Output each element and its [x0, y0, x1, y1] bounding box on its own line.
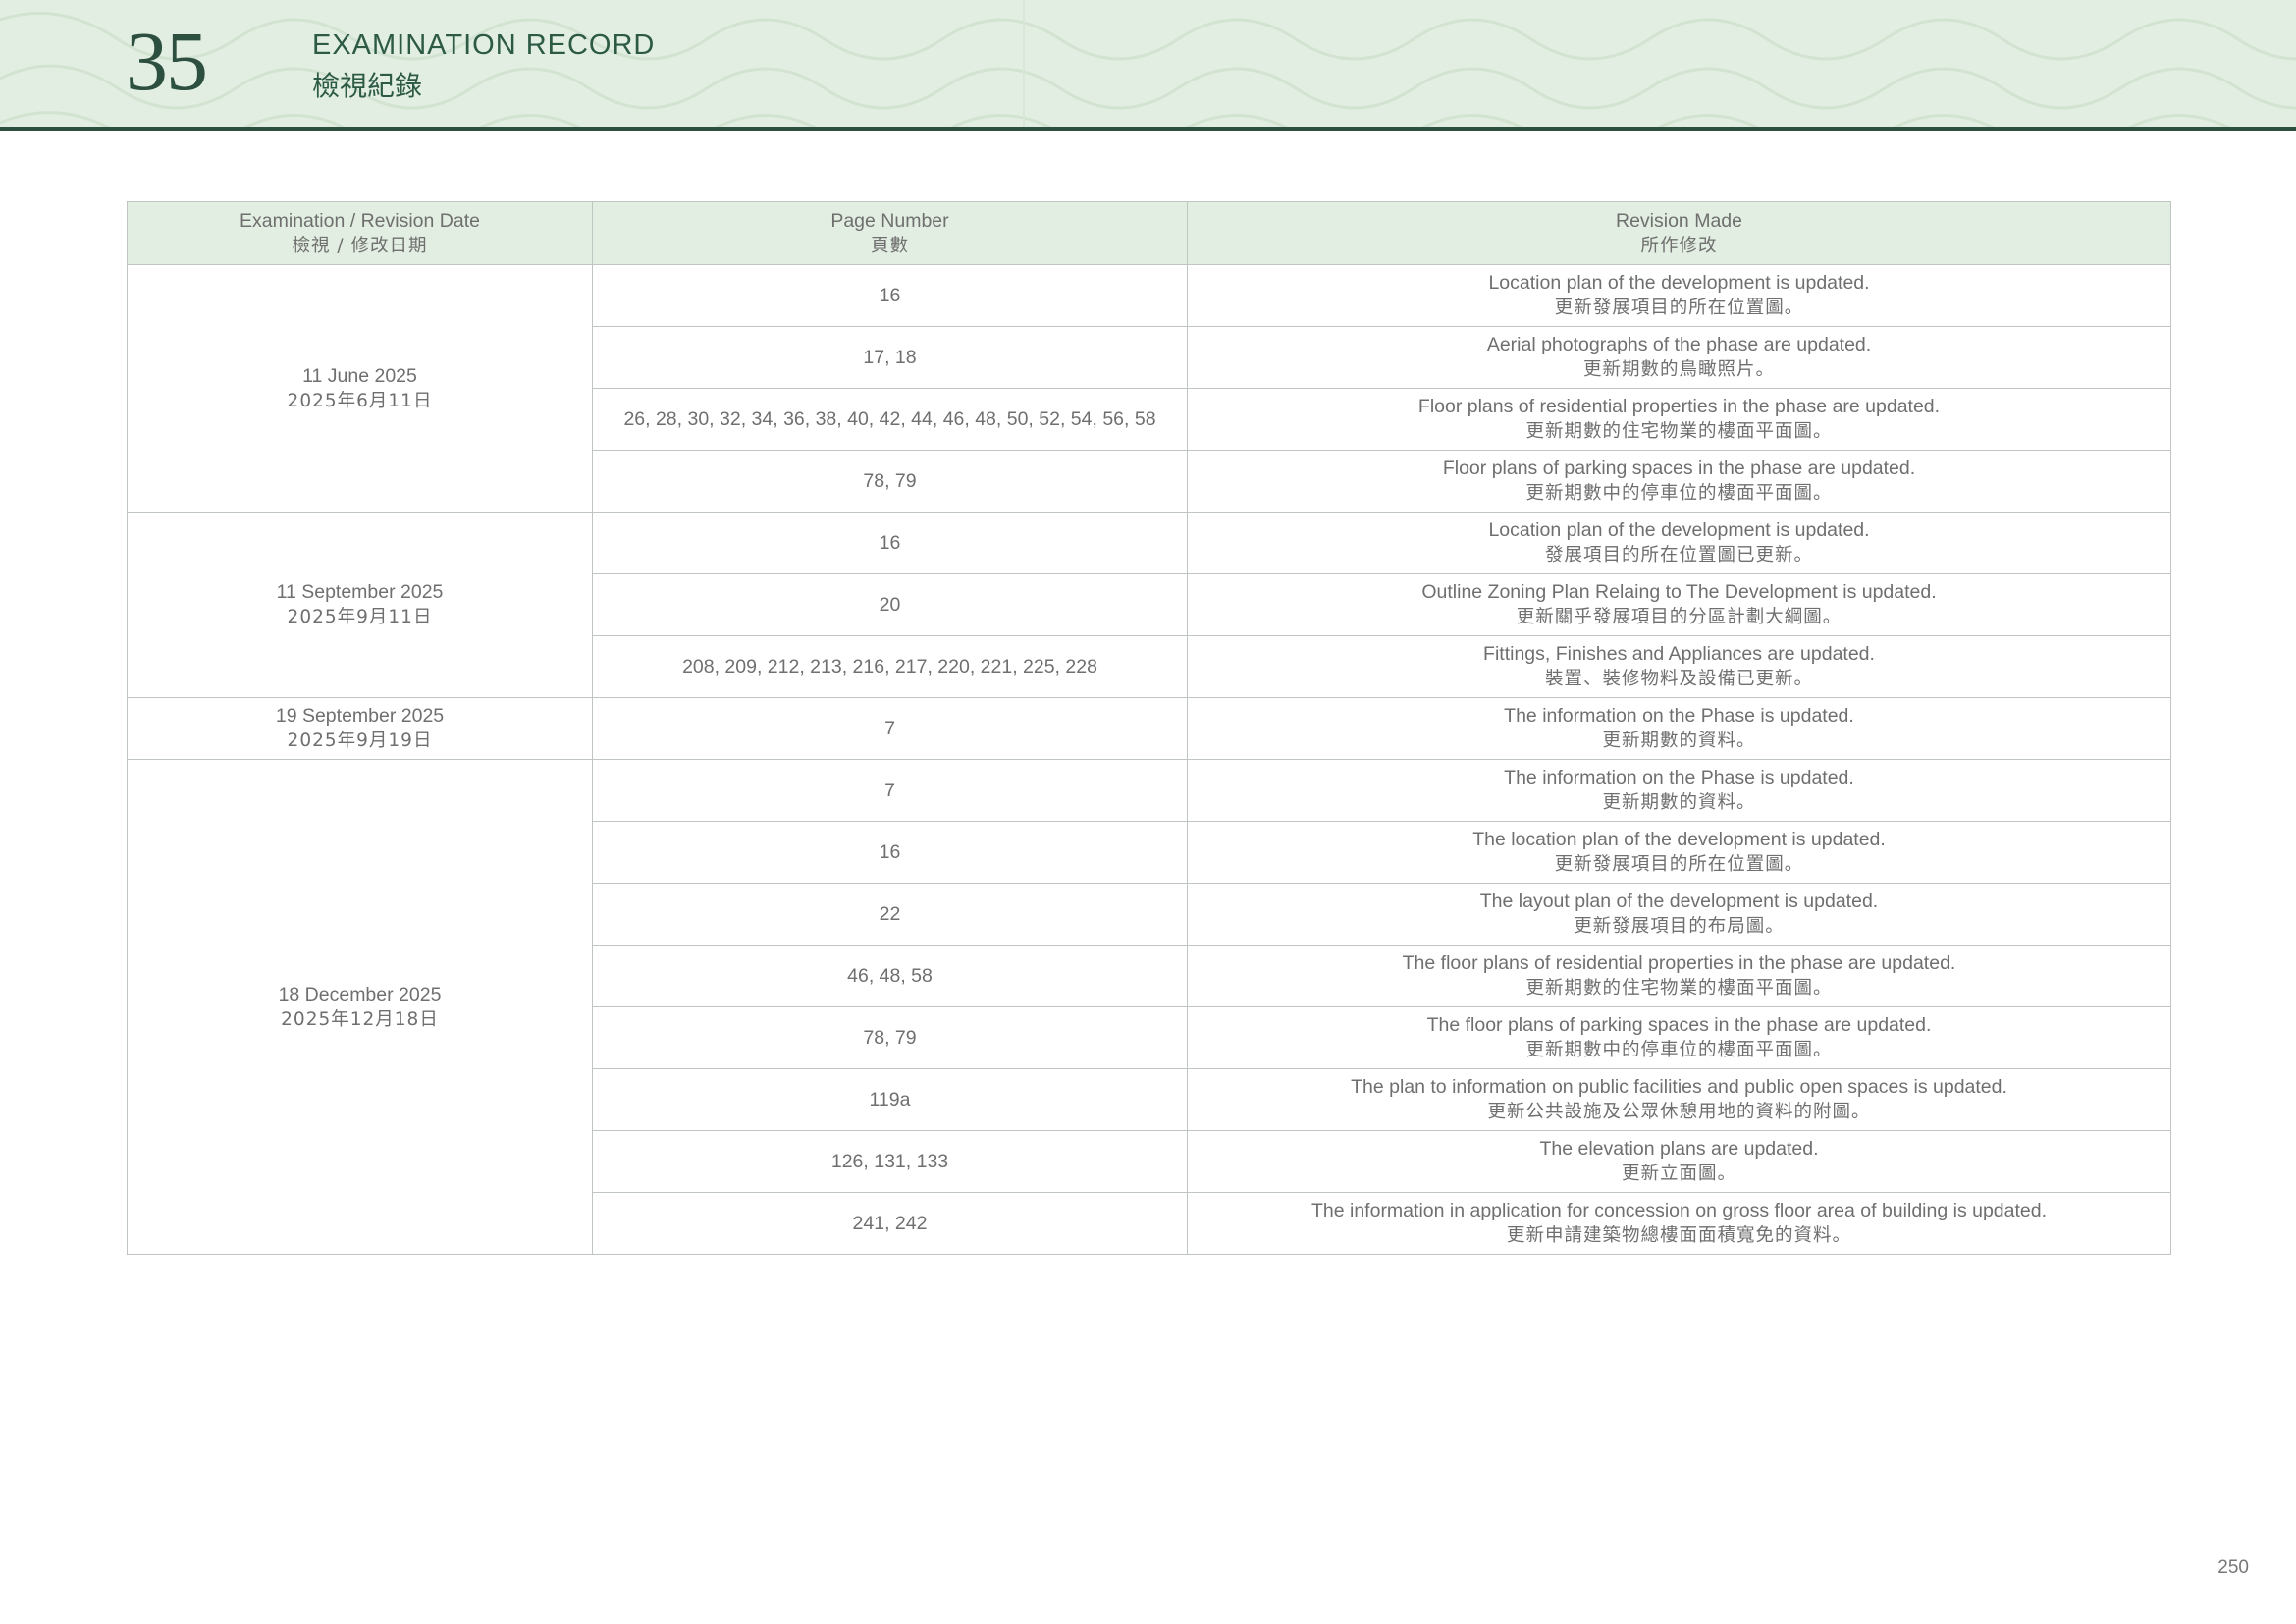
date-en: 11 September 2025 — [276, 581, 444, 603]
revision-en: Fittings, Finishes and Appliances are up… — [1483, 643, 1875, 665]
revision-cell: Aerial photographs of the phase are upda… — [1187, 326, 2171, 389]
page-number-cell: 26, 28, 30, 32, 34, 36, 38, 40, 42, 44, … — [592, 388, 1188, 451]
revision-zh: 更新發展項目的所在位置圖。 — [1554, 854, 1804, 875]
page-number-cell: 78, 79 — [592, 450, 1188, 513]
column-header-page-zh: 頁數 — [870, 235, 909, 256]
page-number-cell: 22 — [592, 883, 1188, 946]
page-number-cell: 126, 131, 133 — [592, 1130, 1188, 1193]
revision-en: The layout plan of the development is up… — [1479, 891, 1879, 912]
page-title-zh: 檢視紀錄 — [312, 70, 423, 102]
column-header-page: Page Number 頁數 — [592, 201, 1188, 265]
revision-cell: The information on the Phase is updated.… — [1187, 697, 2171, 760]
page-header: 35 EXAMINATION RECORD 檢視紀錄 — [0, 0, 2296, 131]
revision-cell: Location plan of the development is upda… — [1187, 512, 2171, 574]
revision-cell: The information on the Phase is updated.… — [1187, 759, 2171, 822]
revision-zh: 更新期數的資料。 — [1602, 731, 1756, 751]
revision-zh: 更新期數中的停車位的樓面平面圖。 — [1525, 483, 1833, 504]
revision-cell: The elevation plans are updated. 更新立面圖。 — [1187, 1130, 2171, 1193]
page-number-cell: 7 — [592, 759, 1188, 822]
page-number: 250 — [2217, 1557, 2249, 1578]
page-number-cell: 16 — [592, 264, 1188, 327]
column-header-page-en: Page Number — [830, 209, 949, 232]
revision-cell: The floor plans of residential propertie… — [1187, 945, 2171, 1007]
revision-zh: 更新期數中的停車位的樓面平面圖。 — [1525, 1040, 1833, 1060]
revision-en: The location plan of the development is … — [1472, 829, 1886, 850]
revision-cell: Location plan of the development is upda… — [1187, 264, 2171, 327]
date-cell: 11 September 2025 2025年9月11日 — [127, 512, 593, 698]
revision-en: Floor plans of parking spaces in the pha… — [1442, 458, 1916, 479]
section-number: 35 — [126, 14, 208, 108]
date-cell: 18 December 2025 2025年12月18日 — [127, 759, 593, 1255]
column-header-revision: Revision Made 所作修改 — [1187, 201, 2171, 265]
revision-en: The information on the Phase is updated. — [1504, 767, 1854, 788]
revision-zh: 更新期數的住宅物業的樓面平面圖。 — [1525, 421, 1833, 442]
revision-cell: Floor plans of residential properties in… — [1187, 388, 2171, 451]
table-row: 11 June 2025 2025年6月11日 16 Location plan of… — [127, 264, 2171, 513]
date-zh: 2025年6月11日 — [287, 390, 433, 411]
revision-cell: The information in application for conce… — [1187, 1192, 2171, 1255]
page-number-cell: 208, 209, 212, 213, 216, 217, 220, 221, … — [592, 635, 1188, 698]
revision-zh: 裝置、裝修物料及設備已更新。 — [1544, 669, 1813, 689]
page-title-en: EXAMINATION RECORD — [312, 29, 656, 61]
page-number-cell: 7 — [592, 697, 1188, 760]
table-body: 11 June 2025 2025年6月11日 16 Location plan of… — [127, 264, 2171, 1255]
revision-en: Aerial photographs of the phase are upda… — [1486, 334, 1872, 355]
revision-zh: 更新發展項目的布局圖。 — [1574, 916, 1785, 937]
date-cell: 19 September 2025 2025年9月19日 — [127, 697, 593, 760]
revision-zh: 更新期數的鳥瞰照片。 — [1582, 359, 1775, 380]
revision-en: The information in application for conce… — [1310, 1200, 2048, 1221]
revision-en: The floor plans of parking spaces in the… — [1426, 1014, 1932, 1036]
revision-cell: The plan to information on public facili… — [1187, 1068, 2171, 1131]
examination-record-table: Examination / Revision Date 檢視 / 修改日期 Pa… — [127, 201, 2171, 1255]
table-row: 18 December 2025 2025年12月18日 7 The informat… — [127, 759, 2171, 1255]
column-header-date-en: Examination / Revision Date — [240, 209, 480, 232]
revision-en: Location plan of the development is upda… — [1488, 272, 1870, 294]
page-number-cell: 17, 18 — [592, 326, 1188, 389]
page-number-cell: 241, 242 — [592, 1192, 1188, 1255]
date-en: 11 June 2025 — [302, 364, 417, 387]
date-cell: 11 June 2025 2025年6月11日 — [127, 264, 593, 513]
date-zh: 2025年12月18日 — [281, 1008, 439, 1030]
page-number-cell: 46, 48, 58 — [592, 945, 1188, 1007]
revision-zh: 更新公共設施及公眾休憩用地的資料的附圖。 — [1487, 1102, 1871, 1122]
column-header-revision-zh: 所作修改 — [1640, 235, 1718, 256]
revision-zh: 更新申請建築物總樓面面積寬免的資料。 — [1506, 1225, 1851, 1246]
revision-cell: Floor plans of parking spaces in the pha… — [1187, 450, 2171, 513]
revision-cell: The floor plans of parking spaces in the… — [1187, 1006, 2171, 1069]
page-number-cell: 119a — [592, 1068, 1188, 1131]
revision-zh: 發展項目的所在位置圖已更新。 — [1544, 545, 1813, 566]
revision-zh: 更新關乎發展項目的分區計劃大綱圖。 — [1516, 607, 1842, 627]
date-zh: 2025年9月19日 — [287, 731, 433, 751]
column-header-date: Examination / Revision Date 檢視 / 修改日期 — [127, 201, 593, 265]
table-header-row: Examination / Revision Date 檢視 / 修改日期 Pa… — [127, 201, 2171, 265]
column-header-date-zh: 檢視 / 修改日期 — [292, 235, 428, 256]
page-number-cell: 16 — [592, 512, 1188, 574]
revision-en: Location plan of the development is upda… — [1488, 519, 1870, 541]
revision-en: The floor plans of residential propertie… — [1402, 952, 1956, 974]
table-header: Examination / Revision Date 檢視 / 修改日期 Pa… — [127, 201, 2171, 265]
revision-en: The information on the Phase is updated. — [1504, 705, 1854, 727]
header-wave-pattern — [0, 0, 2296, 127]
revision-en: Outline Zoning Plan Relaing to The Devel… — [1421, 581, 1937, 603]
revision-zh: 更新立面圖。 — [1621, 1164, 1736, 1184]
revision-cell: Fittings, Finishes and Appliances are up… — [1187, 635, 2171, 698]
revision-en: The elevation plans are updated. — [1539, 1138, 1819, 1160]
table-row: 11 September 2025 2025年9月11日 16 Location pl… — [127, 512, 2171, 698]
column-header-revision-en: Revision Made — [1616, 209, 1742, 232]
revision-zh: 更新發展項目的所在位置圖。 — [1554, 298, 1804, 318]
revision-cell: The location plan of the development is … — [1187, 821, 2171, 884]
revision-en: Floor plans of residential properties in… — [1417, 396, 1941, 417]
revision-zh: 更新期數的資料。 — [1602, 792, 1756, 813]
revision-en: The plan to information on public facili… — [1351, 1076, 2007, 1098]
date-en: 19 September 2025 — [275, 705, 445, 727]
date-zh: 2025年9月11日 — [287, 607, 433, 627]
page-number-cell: 20 — [592, 573, 1188, 636]
date-en: 18 December 2025 — [278, 983, 442, 1005]
table-row: 19 September 2025 2025年9月19日 7 The informat… — [127, 697, 2171, 760]
revision-cell: Outline Zoning Plan Relaing to The Devel… — [1187, 573, 2171, 636]
revision-zh: 更新期數的住宅物業的樓面平面圖。 — [1525, 978, 1833, 999]
revision-cell: The layout plan of the development is up… — [1187, 883, 2171, 946]
page-number-cell: 16 — [592, 821, 1188, 884]
page-number-cell: 78, 79 — [592, 1006, 1188, 1069]
